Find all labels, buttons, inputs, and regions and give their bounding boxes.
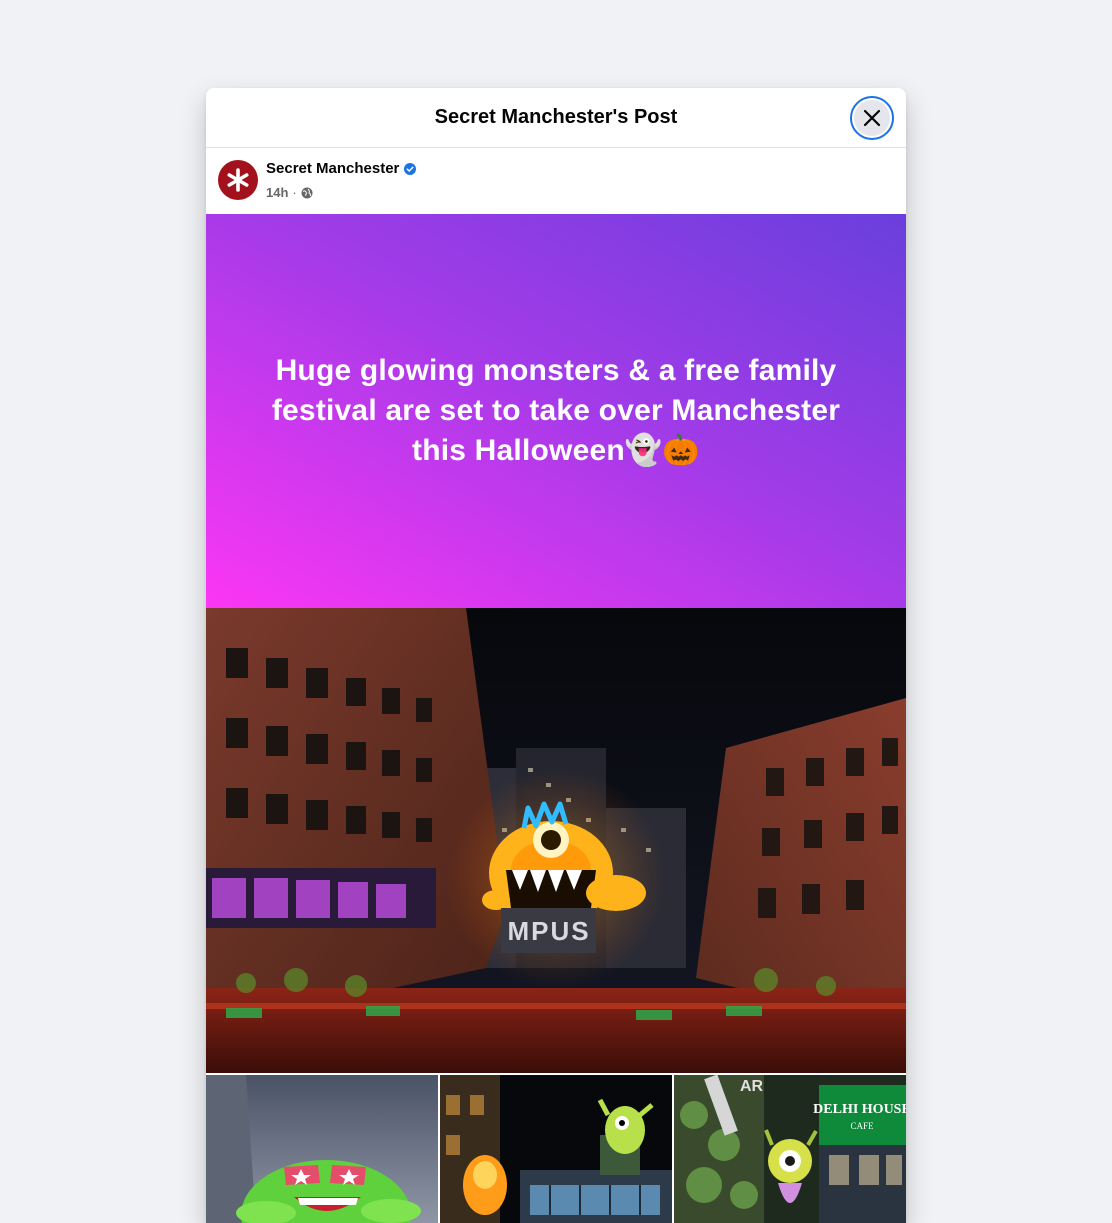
thumb-3[interactable]: DELHI HOUSE CAFE AR xyxy=(674,1075,906,1223)
post-header: Secret Manchester 14h · xyxy=(206,148,906,214)
post-dialog: Secret Manchester's Post Secret Manchest… xyxy=(206,88,906,1223)
main-photo[interactable]: MPUS xyxy=(206,608,906,1073)
verified-badge-icon xyxy=(404,162,417,175)
banner-text: Huge glowing monsters & a free family fe… xyxy=(271,354,841,467)
thumbnail-row: DELHI HOUSE CAFE AR xyxy=(206,1075,906,1223)
building-night-photo: MPUS xyxy=(206,608,906,1073)
thumb-2[interactable] xyxy=(440,1075,672,1223)
monster-street-photo xyxy=(440,1075,672,1223)
post-meta: 14h · xyxy=(266,185,313,200)
svg-text:MPUS: MPUS xyxy=(507,916,590,946)
cyclops-cafe-photo: DELHI HOUSE CAFE AR xyxy=(674,1075,906,1223)
meta-separator: · xyxy=(292,185,297,200)
thumb-1[interactable] xyxy=(206,1075,438,1223)
svg-text:CAFE: CAFE xyxy=(850,1121,874,1131)
close-icon xyxy=(863,109,881,127)
globe-icon[interactable] xyxy=(301,187,313,199)
frog-inflatable-photo xyxy=(206,1075,438,1223)
asterisk-logo-icon xyxy=(227,168,249,192)
dialog-title: Secret Manchester's Post xyxy=(434,106,678,128)
text-banner[interactable]: Huge glowing monsters & a free family fe… xyxy=(206,214,906,608)
close-button[interactable] xyxy=(850,96,894,140)
dialog-header: Secret Manchester's Post xyxy=(206,88,906,148)
post-time[interactable]: 14h xyxy=(266,185,288,200)
author-name[interactable]: Secret Manchester xyxy=(266,160,399,177)
avatar[interactable] xyxy=(218,160,258,200)
svg-text:AR: AR xyxy=(740,1078,764,1095)
svg-text:DELHI HOUSE: DELHI HOUSE xyxy=(813,1102,906,1117)
author-row: Secret Manchester xyxy=(266,160,417,177)
